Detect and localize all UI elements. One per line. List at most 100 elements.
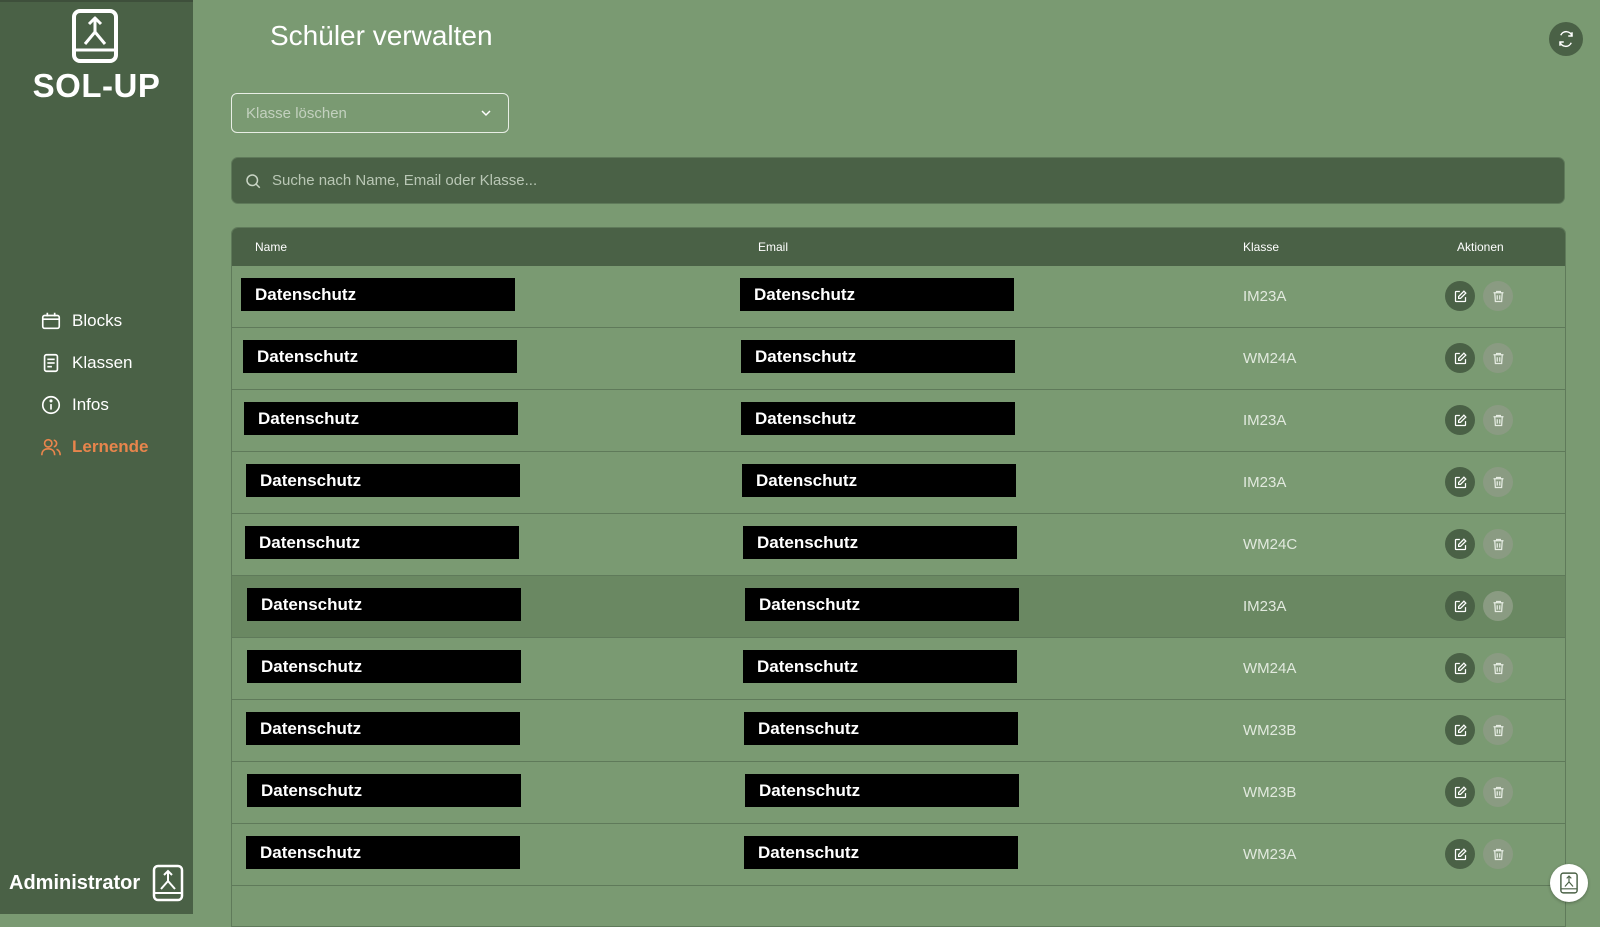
delete-button[interactable] [1483, 467, 1513, 497]
trash-icon [1493, 724, 1503, 736]
student-email: Datenschutz [740, 278, 1014, 311]
trash-icon [1493, 662, 1503, 674]
table-row[interactable]: Datenschutz Datenschutz WM23B [232, 700, 1565, 762]
sidebar-item-label: Infos [72, 395, 109, 414]
edit-button[interactable] [1445, 467, 1475, 497]
app-logo-text: SOL-UP [32, 67, 161, 104]
student-name: Datenschutz [244, 402, 518, 435]
column-header-name[interactable]: Name [255, 240, 287, 254]
sidebar-item-label: Lernende [72, 437, 149, 456]
edit-button[interactable] [1445, 777, 1475, 807]
student-email: Datenschutz [745, 588, 1019, 621]
table-row[interactable]: Datenschutz Datenschutz WM24A [232, 328, 1565, 390]
trash-icon [1493, 848, 1503, 860]
student-name: Datenschutz [247, 588, 521, 621]
student-email: Datenschutz [741, 340, 1015, 373]
table-row[interactable]: Datenschutz Datenschutz IM23A [232, 576, 1565, 638]
edit-icon [1454, 661, 1467, 674]
table-row[interactable]: Datenschutz Datenschutz WM24A [232, 638, 1565, 700]
student-class: WM23B [1243, 722, 1297, 739]
table-row[interactable]: Datenschutz Datenschutz WM24C [232, 514, 1565, 576]
student-name: Datenschutz [246, 836, 520, 869]
edit-button[interactable] [1445, 529, 1475, 559]
column-header-aktionen: Aktionen [1457, 240, 1504, 254]
table-row[interactable]: Datenschutz Datenschutz WM23B [232, 762, 1565, 824]
table-row[interactable]: Datenschutz Datenschutz IM23A [232, 266, 1565, 328]
trash-icon [1493, 600, 1503, 612]
student-class: WM24A [1243, 660, 1297, 677]
delete-button[interactable] [1483, 591, 1513, 621]
edit-icon [1454, 723, 1467, 736]
delete-button[interactable] [1483, 653, 1513, 683]
user-role[interactable]: Administrator [9, 864, 184, 902]
refresh-button[interactable] [1549, 22, 1583, 56]
student-email: Datenschutz [744, 712, 1018, 745]
logo-icon [72, 9, 118, 63]
table-row[interactable]: Datenschutz Datenschutz WM23A [232, 824, 1565, 886]
edit-button[interactable] [1445, 839, 1475, 869]
student-name: Datenschutz [241, 278, 515, 311]
column-header-klasse[interactable]: Klasse [1243, 240, 1279, 254]
search-icon [246, 173, 261, 188]
delete-button[interactable] [1483, 715, 1513, 745]
student-email: Datenschutz [744, 836, 1018, 869]
class-delete-select-placeholder: Klasse löschen [246, 104, 347, 122]
student-name: Datenschutz [247, 774, 521, 807]
sidebar-item-lernende[interactable]: Lernende [40, 426, 149, 468]
document-icon [43, 353, 59, 373]
edit-icon [1454, 599, 1467, 612]
delete-button[interactable] [1483, 839, 1513, 869]
student-email: Datenschutz [741, 402, 1015, 435]
user-role-label: Administrator [9, 871, 141, 894]
edit-button[interactable] [1445, 405, 1475, 435]
class-delete-select[interactable]: Klasse löschen [231, 93, 509, 133]
edit-button[interactable] [1445, 591, 1475, 621]
student-class: WM23B [1243, 784, 1297, 801]
edit-button[interactable] [1445, 343, 1475, 373]
student-class: IM23A [1243, 288, 1287, 305]
trash-icon [1493, 538, 1503, 550]
student-class: WM24A [1243, 350, 1297, 367]
edit-button[interactable] [1445, 715, 1475, 745]
delete-button[interactable] [1483, 405, 1513, 435]
edit-icon [1454, 289, 1467, 302]
sidebar-item-klassen[interactable]: Klassen [40, 342, 149, 384]
student-class: WM23A [1243, 846, 1297, 863]
refresh-icon [1559, 30, 1573, 48]
edit-button[interactable] [1445, 653, 1475, 683]
logo-icon [1560, 872, 1578, 894]
student-name: Datenschutz [246, 712, 520, 745]
student-email: Datenschutz [743, 526, 1017, 559]
delete-button[interactable] [1483, 343, 1513, 373]
delete-button[interactable] [1483, 281, 1513, 311]
calendar-icon [41, 312, 61, 330]
edit-icon [1454, 847, 1467, 860]
student-class: WM24C [1243, 536, 1298, 553]
column-header-email[interactable]: Email [758, 240, 788, 254]
users-icon [41, 438, 61, 456]
student-email: Datenschutz [743, 650, 1017, 683]
student-name: Datenschutz [245, 526, 519, 559]
sidebar: SOL-UP Blocks Klassen Infos Lernende Adm… [0, 0, 193, 914]
table-row[interactable]: Datenschutz Datenschutz IM23A [232, 452, 1565, 514]
table-body: Datenschutz Datenschutz IM23A Datenschutz Da… [232, 266, 1565, 926]
search-input[interactable] [270, 171, 1564, 190]
sidebar-item-label: Blocks [72, 311, 123, 330]
info-icon [41, 395, 61, 415]
table-row[interactable] [232, 886, 1565, 926]
student-email: Datenschutz [745, 774, 1019, 807]
table-row[interactable]: Datenschutz Datenschutz IM23A [232, 390, 1565, 452]
help-button[interactable] [1550, 864, 1588, 902]
sidebar-item-blocks[interactable]: Blocks [40, 300, 149, 342]
students-table: Name Email Klasse Aktionen Datenschutz Da… [231, 227, 1566, 927]
edit-icon [1454, 351, 1467, 364]
edit-icon [1454, 475, 1467, 488]
page-title: Schüler verwalten [270, 20, 493, 51]
sidebar-item-infos[interactable]: Infos [40, 384, 149, 426]
trash-icon [1493, 290, 1503, 302]
trash-icon [1493, 352, 1503, 364]
edit-button[interactable] [1445, 281, 1475, 311]
delete-button[interactable] [1483, 529, 1513, 559]
delete-button[interactable] [1483, 777, 1513, 807]
edit-icon [1454, 785, 1467, 798]
